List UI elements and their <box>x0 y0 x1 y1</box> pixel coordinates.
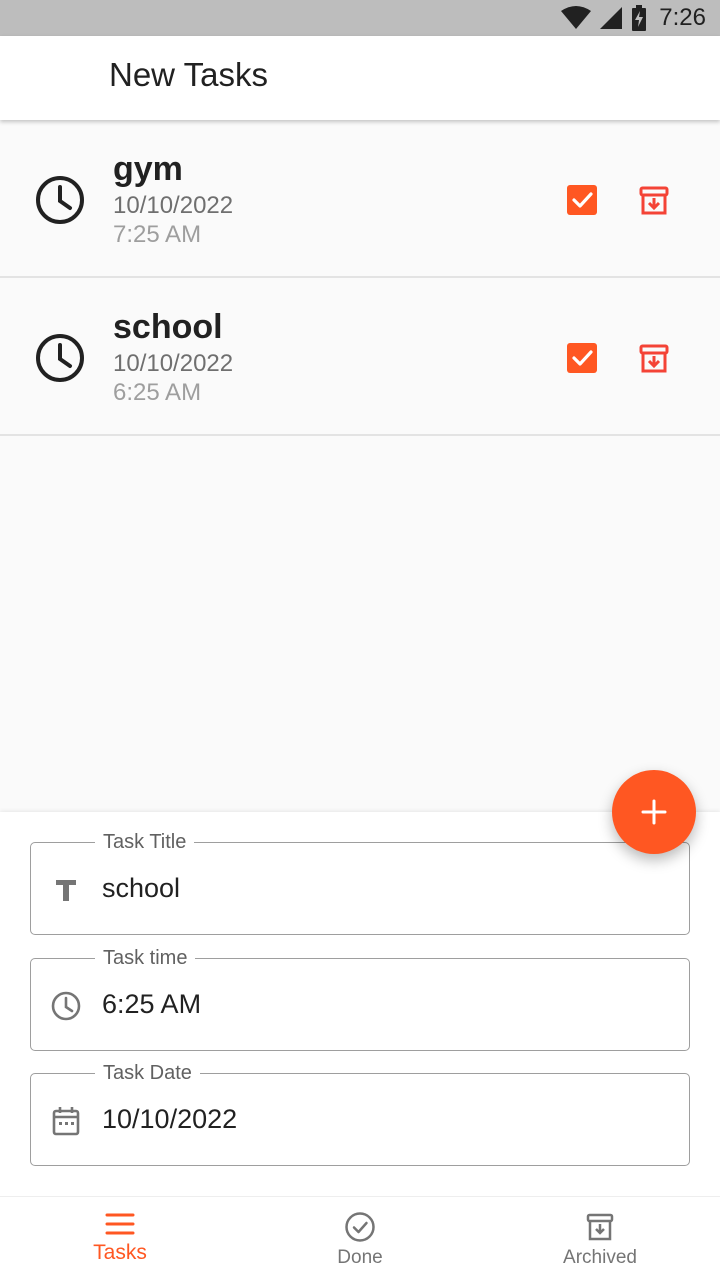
nav-label: Tasks <box>93 1241 147 1264</box>
clock-icon <box>36 334 84 382</box>
list-item[interactable]: gym 10/10/2022 7:25 AM <box>0 120 720 278</box>
check-circle-icon <box>345 1212 375 1242</box>
app-bar: New Tasks <box>0 36 720 120</box>
clock-icon <box>51 991 81 1021</box>
add-icon <box>641 799 667 825</box>
task-date: 10/10/2022 <box>113 192 234 219</box>
task-list: gym 10/10/2022 7:25 AM school 10/10/2022… <box>0 120 720 436</box>
nav-label: Archived <box>563 1247 637 1268</box>
wifi-icon <box>561 6 592 29</box>
nav-item-done[interactable]: Done <box>240 1197 480 1280</box>
status-time: 7:26 <box>659 4 706 31</box>
archive-button[interactable] <box>636 341 672 377</box>
archive-icon <box>586 1213 614 1241</box>
task-date-input[interactable] <box>102 1096 662 1142</box>
task-time-label: Task time <box>95 945 196 971</box>
add-task-button[interactable] <box>612 770 696 854</box>
battery-charging-icon <box>632 5 647 31</box>
task-title: school <box>113 308 223 346</box>
calendar-icon <box>52 1107 80 1136</box>
bottom-nav: Tasks Done Archived <box>0 1196 720 1280</box>
nav-item-tasks[interactable]: Tasks <box>0 1197 240 1280</box>
signal-icon <box>600 7 623 29</box>
clock-icon <box>36 176 84 224</box>
text-fields-icon <box>56 880 76 901</box>
task-time: 6:25 AM <box>113 379 202 406</box>
task-time-field[interactable]: Task time <box>30 945 690 1051</box>
task-date-field[interactable]: Task Date <box>30 1060 690 1166</box>
list-item[interactable]: school 10/10/2022 6:25 AM <box>0 278 720 436</box>
mark-done-button[interactable] <box>565 183 599 217</box>
task-time-input[interactable] <box>102 981 662 1027</box>
task-title-field[interactable]: Task Title <box>30 829 690 935</box>
mark-done-button[interactable] <box>565 341 599 375</box>
page-title: New Tasks <box>109 56 268 93</box>
task-title-label: Task Title <box>95 829 195 855</box>
archive-button[interactable] <box>636 183 672 219</box>
task-date: 10/10/2022 <box>113 350 234 377</box>
task-time: 7:25 AM <box>113 221 202 248</box>
menu-icon <box>105 1213 135 1235</box>
task-date-label: Task Date <box>95 1060 200 1086</box>
task-title-input[interactable] <box>102 865 662 911</box>
nav-item-archived[interactable]: Archived <box>480 1197 720 1280</box>
add-task-sheet: Task Title Task time Task Date <box>0 812 720 1196</box>
nav-label: Done <box>337 1247 383 1268</box>
status-bar: 7:26 <box>0 0 720 36</box>
task-title: gym <box>113 150 183 188</box>
